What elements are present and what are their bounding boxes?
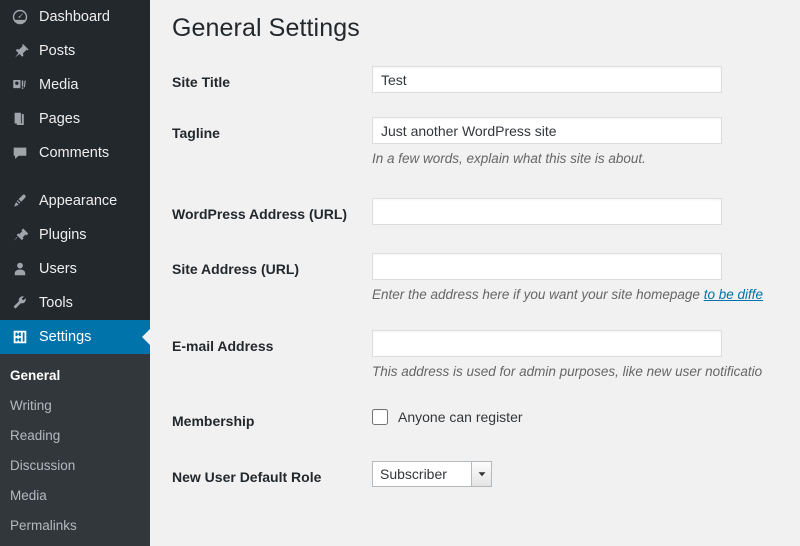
settings-submenu: General Writing Reading Discussion Media… (0, 354, 150, 546)
email-address-input[interactable] (372, 330, 722, 357)
plug-icon (10, 225, 30, 245)
submenu-item-media[interactable]: Media (0, 481, 150, 511)
sidebar-item-label: Users (39, 261, 77, 277)
site-address-label: Site Address (URL) (172, 261, 300, 277)
sidebar-item-settings[interactable]: Settings (0, 320, 150, 354)
main-content: General Settings Site Title Tagline In a… (150, 0, 800, 546)
wordpress-address-label: WordPress Address (URL) (172, 206, 348, 222)
site-address-description-text: Enter the address here if you want your … (372, 287, 704, 302)
wrench-icon (10, 293, 30, 313)
form-row-wordpress-address: WordPress Address (URL) (150, 168, 800, 225)
sidebar-item-label: Tools (39, 295, 73, 311)
sidebar-item-appearance[interactable]: Appearance (0, 184, 150, 218)
site-title-field-wrap (372, 66, 800, 93)
form-row-email-address: E-mail Address This address is used for … (150, 304, 800, 381)
page-title: General Settings (172, 14, 360, 42)
chevron-down-icon[interactable] (471, 462, 491, 486)
sidebar-item-label: Media (39, 77, 79, 93)
menu-group-admin: Appearance Plugins Users Tools Settings (0, 184, 150, 354)
new-user-default-role-label: New User Default Role (172, 469, 322, 485)
dashboard-icon (10, 7, 30, 27)
sidebar-item-pages[interactable]: Pages (0, 102, 150, 136)
sidebar-item-label: Pages (39, 111, 81, 127)
user-icon (10, 259, 30, 279)
wordpress-address-input[interactable] (372, 198, 722, 225)
site-title-label: Site Title (172, 74, 231, 90)
submenu-item-reading[interactable]: Reading (0, 421, 150, 451)
media-icon (10, 75, 30, 95)
new-user-default-role-select[interactable]: Subscriber (372, 461, 492, 487)
email-address-field-wrap: This address is used for admin purposes,… (372, 330, 800, 381)
active-menu-arrow-icon (142, 329, 150, 345)
sidebar-item-label: Comments (39, 145, 110, 161)
sidebar-item-dashboard[interactable]: Dashboard (0, 0, 150, 34)
sidebar-item-label: Appearance (39, 193, 118, 209)
paintbrush-icon (10, 191, 30, 211)
new-user-default-role-value: Subscriber (380, 466, 447, 482)
site-address-field-wrap: Enter the address here if you want your … (372, 253, 800, 304)
site-address-description-link[interactable]: to be diffe (704, 287, 763, 302)
tagline-field-wrap: In a few words, explain what this site i… (372, 117, 800, 168)
settings-icon (10, 327, 30, 347)
site-title-input[interactable] (372, 66, 722, 93)
tagline-label: Tagline (172, 125, 220, 141)
submenu-item-writing[interactable]: Writing (0, 391, 150, 421)
wordpress-admin-screen: Dashboard Posts Media Pages Comments App… (0, 0, 800, 546)
general-settings-form: Site Title Tagline In a few words, expla… (150, 54, 800, 487)
sidebar-item-plugins[interactable]: Plugins (0, 218, 150, 252)
anyone-can-register-label: Anyone can register (398, 409, 523, 425)
form-row-site-address: Site Address (URL) Enter the address her… (150, 225, 800, 304)
sidebar-item-label: Plugins (39, 227, 87, 243)
site-address-input[interactable] (372, 253, 722, 280)
admin-sidebar: Dashboard Posts Media Pages Comments App… (0, 0, 150, 546)
membership-label: Membership (172, 413, 255, 429)
form-row-membership: Membership Anyone can register (150, 381, 800, 431)
menu-group-content: Dashboard Posts Media Pages Comments (0, 0, 150, 170)
comment-icon (10, 143, 30, 163)
membership-field-wrap: Anyone can register (372, 409, 800, 425)
sidebar-item-label: Settings (39, 329, 92, 345)
sidebar-item-tools[interactable]: Tools (0, 286, 150, 320)
submenu-item-discussion[interactable]: Discussion (0, 451, 150, 481)
submenu-item-permalinks[interactable]: Permalinks (0, 511, 150, 541)
sidebar-item-label: Dashboard (39, 9, 110, 25)
sidebar-item-users[interactable]: Users (0, 252, 150, 286)
tagline-description: In a few words, explain what this site i… (372, 151, 646, 166)
submenu-item-general[interactable]: General (0, 361, 150, 391)
menu-separator (0, 170, 150, 184)
sidebar-item-comments[interactable]: Comments (0, 136, 150, 170)
form-row-new-user-default-role: New User Default Role Subscriber (150, 431, 800, 487)
site-address-description: Enter the address here if you want your … (372, 286, 800, 304)
pushpin-icon (10, 41, 30, 61)
email-address-label: E-mail Address (172, 338, 274, 354)
form-row-tagline: Tagline In a few words, explain what thi… (150, 93, 800, 168)
sidebar-item-label: Posts (39, 43, 76, 59)
form-row-site-title: Site Title (150, 54, 800, 93)
membership-checkbox-line[interactable]: Anyone can register (372, 409, 800, 425)
wordpress-address-field-wrap (372, 198, 800, 225)
pages-icon (10, 109, 30, 129)
sidebar-item-media[interactable]: Media (0, 68, 150, 102)
new-user-default-role-field-wrap: Subscriber (372, 461, 800, 487)
tagline-input[interactable] (372, 117, 722, 144)
sidebar-item-posts[interactable]: Posts (0, 34, 150, 68)
anyone-can-register-checkbox[interactable] (372, 409, 388, 425)
email-address-description: This address is used for admin purposes,… (372, 364, 763, 379)
